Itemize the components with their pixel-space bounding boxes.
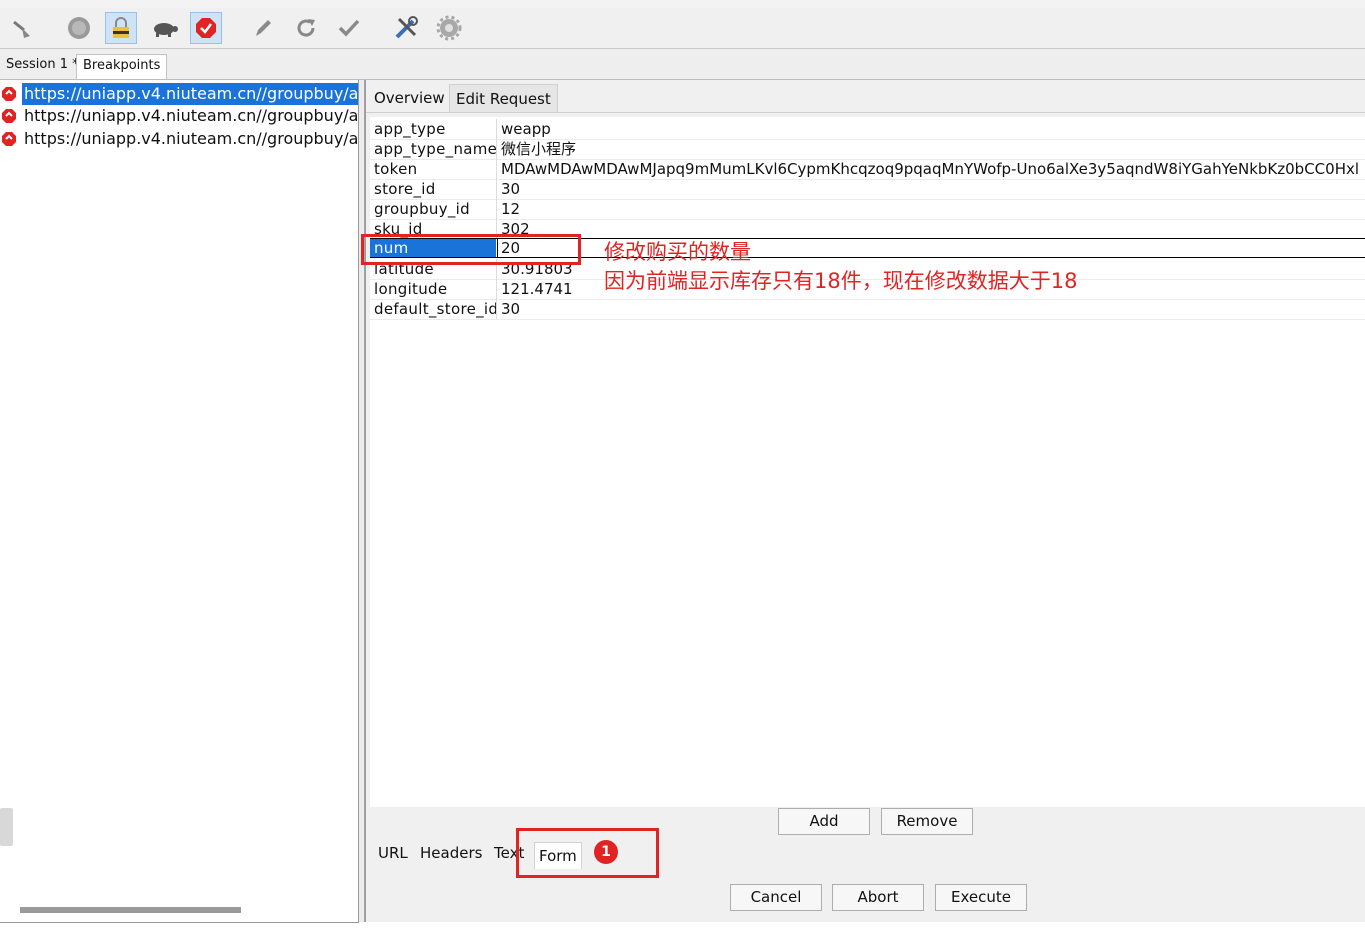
- list-item[interactable]: https://uniapp.v4.niuteam.cn//groupbuy/a…: [0, 105, 358, 127]
- table-row[interactable]: store_id 30: [370, 179, 1365, 200]
- highlight-box-form-tab: [516, 828, 659, 878]
- abort-button[interactable]: Abort: [832, 884, 924, 911]
- tab-breakpoints[interactable]: Breakpoints: [76, 54, 168, 79]
- list-item[interactable]: https://uniapp.v4.niuteam.cn//groupbuy/a…: [0, 83, 358, 105]
- panel-collapse-handle[interactable]: [0, 808, 13, 846]
- table-row[interactable]: token MDAwMDAwMDAwMJapq9mMumLKvl6CypmKhc…: [370, 159, 1365, 180]
- form-table: app_type weapp app_type_name 微信小程序 token…: [370, 117, 1365, 807]
- field-value[interactable]: 30: [501, 179, 520, 199]
- field-value[interactable]: 12: [501, 199, 520, 219]
- field-value[interactable]: 121.4741: [501, 279, 573, 299]
- breakpoint-request-icon: [2, 109, 16, 123]
- field-name: groupbuy_id: [374, 200, 470, 218]
- tab-session[interactable]: Session 1 *: [0, 54, 85, 79]
- breakpoint-icon[interactable]: [190, 12, 222, 44]
- breakpoint-request-icon: [2, 132, 16, 146]
- request-list: https://uniapp.v4.niuteam.cn//groupbuy/a…: [0, 80, 359, 923]
- request-url: https://uniapp.v4.niuteam.cn//groupbuy/a…: [24, 129, 359, 148]
- add-button[interactable]: Add: [778, 808, 870, 835]
- field-name: app_type_name: [374, 140, 496, 158]
- step-badge: 1: [594, 840, 618, 864]
- cancel-button[interactable]: Cancel: [730, 884, 822, 911]
- session-tab-bar: Session 1 * Breakpoints: [0, 49, 1365, 80]
- pen-icon[interactable]: [247, 12, 279, 44]
- tools-icon[interactable]: [390, 12, 422, 44]
- request-url: https://uniapp.v4.niuteam.cn//groupbuy/a…: [22, 83, 358, 105]
- highlight-box-num: [361, 234, 581, 265]
- settings-gear-icon[interactable]: [433, 12, 465, 44]
- throttle-turtle-icon[interactable]: [149, 12, 181, 44]
- tab-headers[interactable]: Headers: [416, 840, 486, 867]
- field-name: store_id: [374, 180, 436, 198]
- table-row[interactable]: app_type_name 微信小程序: [370, 139, 1365, 160]
- execute-button[interactable]: Execute: [935, 884, 1027, 911]
- toolbar: [0, 8, 1365, 49]
- list-item[interactable]: https://uniapp.v4.niuteam.cn//groupbuy/a…: [0, 128, 358, 150]
- ssl-lock-icon[interactable]: [105, 12, 137, 44]
- tab-edit-request[interactable]: Edit Request: [449, 84, 558, 112]
- validate-check-icon[interactable]: [333, 12, 365, 44]
- broom-icon[interactable]: [6, 12, 38, 44]
- table-row[interactable]: default_store_id 30: [370, 299, 1365, 320]
- field-name: longitude: [374, 280, 448, 298]
- breakpoint-request-icon: [2, 87, 16, 101]
- tab-url[interactable]: URL: [374, 840, 412, 867]
- request-url: https://uniapp.v4.niuteam.cn//groupbuy/a…: [24, 106, 359, 125]
- remove-button[interactable]: Remove: [881, 808, 973, 835]
- horizontal-scrollbar[interactable]: [20, 907, 241, 913]
- field-name: app_type: [374, 120, 446, 138]
- field-value[interactable]: weapp: [501, 119, 551, 139]
- field-value[interactable]: 微信小程序: [501, 139, 576, 159]
- annotation-line-2: 因为前端显示库存只有18件，现在修改数据大于18: [604, 269, 1078, 293]
- table-row[interactable]: app_type weapp: [370, 119, 1365, 140]
- field-name: default_store_id: [374, 300, 496, 318]
- refresh-icon[interactable]: [290, 12, 322, 44]
- stop-record-icon[interactable]: [63, 12, 95, 44]
- field-name: token: [374, 160, 418, 178]
- table-row[interactable]: groupbuy_id 12: [370, 199, 1365, 220]
- field-value[interactable]: MDAwMDAwMDAwMJapq9mMumLKvl6CypmKhcqzoq9p…: [501, 159, 1359, 179]
- field-value[interactable]: 30: [501, 299, 520, 319]
- tab-overview[interactable]: Overview: [368, 84, 451, 112]
- annotation-line-1: 修改购买的数量: [604, 240, 751, 264]
- editor-tab-bar: Overview Edit Request: [366, 81, 1365, 113]
